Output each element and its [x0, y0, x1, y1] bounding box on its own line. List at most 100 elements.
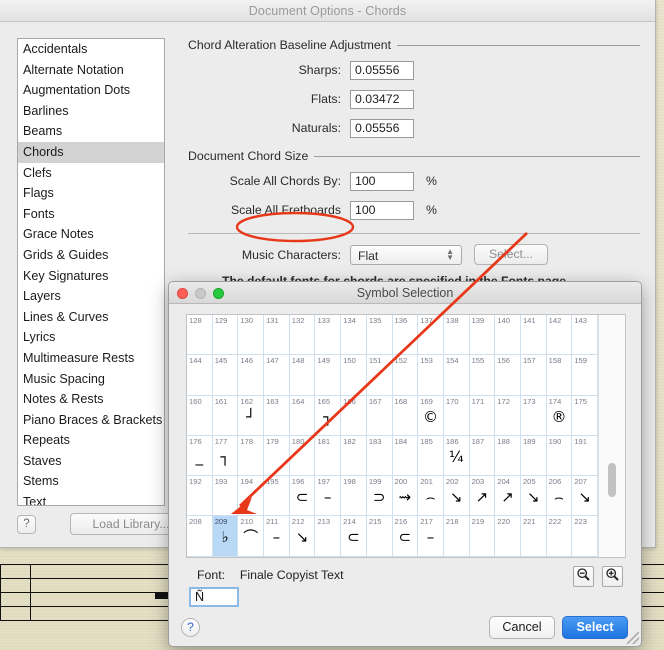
sidebar-item-multimeasure-rests[interactable]: Multimeasure Rests [18, 348, 164, 369]
symbol-cell-205[interactable]: 205 ↘ [520, 476, 547, 517]
zoom-in-icon[interactable] [602, 566, 623, 587]
symbol-cell-210[interactable]: 210 ⌒ [238, 516, 265, 557]
sidebar-item-repeats[interactable]: Repeats [18, 430, 164, 451]
symbol-cell-149[interactable]: 149 [315, 355, 342, 396]
dialog-help-button[interactable]: ? [181, 618, 200, 637]
symbol-cell-141[interactable]: 141 [520, 315, 547, 356]
symbol-grid-scrollbar[interactable] [598, 315, 625, 557]
symbol-cell-213[interactable]: 213 [315, 516, 342, 557]
sidebar-item-lines-curves[interactable]: Lines & Curves [18, 307, 164, 328]
symbol-cell-165[interactable]: 165 ┐ [315, 395, 342, 436]
symbol-cell-159[interactable]: 159 [572, 355, 598, 396]
sidebar-item-staves[interactable]: Staves [18, 451, 164, 472]
symbol-cell-166[interactable]: 166 [341, 395, 367, 436]
symbol-cell-169[interactable]: 169 © [418, 395, 444, 436]
symbol-cell-144[interactable]: 144 [187, 355, 213, 396]
symbol-cell-216[interactable]: 216 ⊂ [392, 516, 419, 557]
sidebar-item-music-spacing[interactable]: Music Spacing [18, 369, 164, 390]
symbol-cell-153[interactable]: 153 [418, 355, 444, 396]
symbol-cell-137[interactable]: 137 [418, 315, 444, 356]
scale-all-chords-input[interactable]: 100 [350, 171, 414, 191]
symbol-cell-168[interactable]: 168 [392, 395, 419, 436]
select-button[interactable]: Select [562, 616, 628, 639]
symbol-cell-176[interactable]: 176 _ [187, 435, 213, 477]
sidebar-item-grace-notes[interactable]: Grace Notes [18, 224, 164, 245]
symbol-cell-151[interactable]: 151 [366, 355, 393, 396]
sidebar-item-barlines[interactable]: Barlines [18, 101, 164, 122]
sidebar-item-flags[interactable]: Flags [18, 183, 164, 204]
sidebar-item-notes-rests[interactable]: Notes & Rests [18, 389, 164, 410]
symbol-cell-202[interactable]: 202 ↘ [443, 476, 470, 517]
flats-input[interactable]: 0.03472 [350, 89, 414, 109]
sidebar-item-augmentation-dots[interactable]: Augmentation Dots [18, 80, 164, 101]
window-titlebar[interactable]: Document Options - Chords [0, 0, 655, 22]
symbol-cell-181[interactable]: 181 [315, 435, 342, 477]
sidebar-item-chords[interactable]: Chords [18, 141, 164, 163]
symbol-cell-212[interactable]: 212 ↘ [289, 516, 316, 557]
symbol-cell-135[interactable]: 135 [366, 315, 393, 356]
symbol-cell-206[interactable]: 206 ⌢ [546, 476, 573, 517]
symbol-cell-174[interactable]: 174 ® [546, 395, 573, 436]
symbol-cell-150[interactable]: 150 [341, 355, 367, 396]
symbol-cell-154[interactable]: 154 [443, 355, 470, 396]
symbol-cell-162[interactable]: 162 ┘ [238, 395, 265, 436]
symbol-cell-180[interactable]: 180 [289, 435, 316, 477]
symbol-cell-214[interactable]: 214 ⊂ [341, 516, 367, 557]
symbol-cell-189[interactable]: 189 [520, 435, 547, 477]
symbol-cell-200[interactable]: 200 ⇝ [392, 476, 419, 517]
symbol-cell-160[interactable]: 160 [187, 395, 213, 436]
sidebar-item-clefs[interactable]: Clefs [18, 163, 164, 184]
symbol-cell-148[interactable]: 148 [289, 355, 316, 396]
sidebar-item-text[interactable]: Text [18, 492, 164, 505]
symbol-cell-172[interactable]: 172 [495, 395, 521, 436]
symbol-cell-170[interactable]: 170 [443, 395, 470, 436]
symbol-cell-184[interactable]: 184 [392, 435, 419, 477]
symbol-cell-186[interactable]: 186 ¼ [443, 435, 470, 477]
symbol-cell-194[interactable]: 194 [238, 476, 265, 517]
sidebar-item-key-signatures[interactable]: Key Signatures [18, 266, 164, 287]
symbol-cell-178[interactable]: 178 [238, 435, 265, 477]
symbol-cell-203[interactable]: 203 ↗ [469, 476, 496, 517]
symbol-cell-217[interactable]: 217– [418, 516, 444, 557]
symbol-cell-140[interactable]: 140 [495, 315, 521, 356]
select-character-button[interactable]: Select... [474, 244, 549, 265]
symbol-cell-136[interactable]: 136 [392, 315, 419, 356]
symbol-cell-201[interactable]: 201 ⌢ [418, 476, 444, 517]
symbol-cell-183[interactable]: 183 [366, 435, 393, 477]
symbol-cell-177[interactable]: 177 ┐ [212, 435, 239, 477]
symbol-cell-185[interactable]: 185 [418, 435, 444, 477]
sidebar-item-stems[interactable]: Stems [18, 471, 164, 492]
symbol-cell-146[interactable]: 146 [238, 355, 265, 396]
symbol-cell-156[interactable]: 156 [495, 355, 521, 396]
symbol-cell-134[interactable]: 134 [341, 315, 367, 356]
options-category-list[interactable]: Accidentals Alternate Notation Augmentat… [17, 38, 165, 506]
symbol-cell-195[interactable]: 195 [264, 476, 290, 517]
zoom-out-icon[interactable] [573, 566, 594, 587]
symbol-cell-199[interactable]: 199 ⊃ [366, 476, 393, 517]
sidebar-item-lyrics[interactable]: Lyrics [18, 327, 164, 348]
symbol-cell-155[interactable]: 155 [469, 355, 496, 396]
symbol-cell-187[interactable]: 187 [469, 435, 496, 477]
sidebar-item-beams[interactable]: Beams [18, 121, 164, 142]
maximize-icon[interactable] [213, 288, 224, 299]
sidebar-item-layers[interactable]: Layers [18, 286, 164, 307]
scale-all-fretboards-input[interactable]: 100 [350, 200, 414, 220]
symbol-cell-198[interactable]: 198 [341, 476, 367, 517]
symbol-cell-131[interactable]: 131 [264, 315, 290, 356]
naturals-input[interactable]: 0.05556 [350, 118, 414, 138]
symbol-cell-130[interactable]: 130 [238, 315, 265, 356]
scrollbar-thumb[interactable] [608, 463, 616, 497]
music-characters-dropdown[interactable]: Flat ▲ ▼ [350, 244, 462, 265]
cancel-button[interactable]: Cancel [489, 616, 555, 639]
symbol-cell-193[interactable]: 193 [212, 476, 239, 517]
symbol-cell-161[interactable]: 161 [212, 395, 239, 436]
symbol-cell-175[interactable]: 175 [572, 395, 598, 436]
character-input[interactable]: Ñ [189, 587, 239, 607]
symbol-cell-171[interactable]: 171 [469, 395, 496, 436]
sharps-input[interactable]: 0.05556 [350, 60, 414, 80]
symbol-cell-128[interactable]: 128 [187, 315, 213, 356]
symbol-cell-173[interactable]: 173 [520, 395, 547, 436]
close-icon[interactable] [177, 288, 188, 299]
sidebar-item-grids-guides[interactable]: Grids & Guides [18, 245, 164, 266]
symbol-cell-196[interactable]: 196 ⊂ [289, 476, 316, 517]
